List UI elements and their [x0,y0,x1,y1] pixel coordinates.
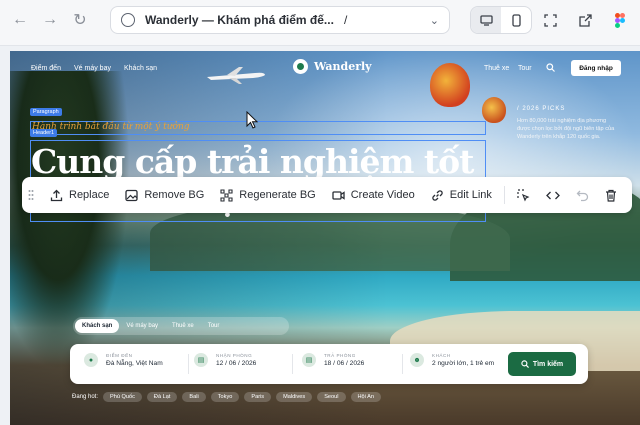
tab-flights[interactable]: Vé máy bay [119,319,165,333]
hot-chip[interactable]: Paris [244,392,272,402]
hot-chip[interactable]: Đà Lạt [146,392,178,402]
booking-search-card: ● ĐIỂM ĐẾN Đà Nẵng, Việt Nam ▤ NHẬN PHÒNG… [70,344,588,384]
check-out-value: 18 / 06 / 2026 [324,360,365,367]
hot-air-balloon-icon [482,97,506,123]
guests-value: 2 người lớn, 1 trẻ em [432,360,495,367]
divider [188,354,189,374]
hot-label: Đang hot: [72,394,99,400]
tab-car-rental[interactable]: Thuê xe [165,319,201,333]
destination-field[interactable]: ● ĐIỂM ĐẾN Đà Nẵng, Việt Nam [84,353,163,367]
create-video-button[interactable]: Create Video [324,177,423,213]
nav-link-car-rental[interactable]: Thuê xe [484,65,509,72]
nav-link-flights[interactable]: Vé máy bay [74,65,111,72]
hot-air-balloon-icon [430,63,470,107]
nav-link-tour[interactable]: Tour [518,65,532,72]
tab-tour[interactable]: Tour [201,319,227,333]
picks-description: Hơn 80,000 trải nghiệm địa phương được c… [517,118,615,140]
check-in-value: 12 / 06 / 2026 [216,360,257,367]
link-icon [432,189,443,201]
edit-link-label: Edit Link [449,189,492,201]
desktop-icon[interactable] [471,7,501,33]
guests-field[interactable]: ☻ KHÁCH 2 người lớn, 1 trẻ em [410,353,494,367]
mobile-icon[interactable] [501,7,531,33]
search-icon[interactable] [546,63,555,72]
search-button-label: Tìm kiếm [532,360,564,368]
calendar-icon: ▤ [194,353,208,367]
hot-chip[interactable]: Bali [182,392,206,402]
login-button[interactable]: Đăng nhập [571,60,621,76]
check-in-label: NHẬN PHÒNG [216,353,253,358]
airplane-icon [207,67,265,84]
video-icon [332,190,345,200]
remove-bg-button[interactable]: Remove BG [117,177,212,213]
guests-icon: ☻ [410,353,424,367]
site-logo[interactable]: Wanderly [293,59,372,74]
sparkle-grid-icon [220,188,233,202]
search-button[interactable]: Tìm kiếm [508,352,576,376]
brand-name: Wanderly [314,60,372,73]
select-element-icon[interactable] [509,177,538,213]
figma-icon[interactable] [610,10,630,30]
delete-icon[interactable] [597,177,625,213]
tab-hotels[interactable]: Khách sạn [75,319,120,333]
device-toggle [470,6,532,34]
guests-label: KHÁCH [432,353,451,358]
forward-icon[interactable]: → [38,8,62,32]
url-path: / [343,13,348,27]
hot-chip[interactable]: Maldives [276,392,313,402]
booking-tabs: Khách sạn Vé máy bay Thuê xe Tour [73,317,289,335]
destination-label: ĐIỂM ĐẾN [106,353,133,358]
site-preview: Điểm đến Vé máy bay Khách sạn Wanderly T… [10,51,640,425]
element-tag-header[interactable]: Header1 [30,129,58,137]
image-edit-toolbar: Replace Remove BG Regenerate BG Create V… [22,177,632,213]
create-video-label: Create Video [350,189,415,201]
check-out-field[interactable]: ▤ TRẢ PHÒNG 18 / 06 / 2026 [302,353,364,367]
hot-destinations: Đang hot: Phú Quốc Đà Lạt Bali Tokyo Par… [72,392,381,402]
reload-icon[interactable]: ↻ [68,8,92,32]
replace-button[interactable]: Replace [42,177,117,213]
divider [292,354,293,374]
upload-icon [50,189,63,201]
undo-icon[interactable] [568,177,597,213]
hot-chip[interactable]: Seoul [317,392,346,402]
hot-chip[interactable]: Hội An [350,392,381,402]
check-out-label: TRẢ PHÒNG [324,353,356,358]
destination-value: Đà Nẵng, Việt Nam [106,360,163,367]
calendar-icon: ▤ [302,353,316,367]
logo-mark-icon [293,59,308,74]
divider [402,354,403,374]
regenerate-bg-label: Regenerate BG [239,189,316,201]
edit-link-button[interactable]: Edit Link [423,177,500,213]
fullscreen-icon[interactable] [540,10,560,30]
regenerate-bg-button[interactable]: Regenerate BG [212,177,323,213]
url-title: Wanderly — Khám phá điểm đế... [145,13,334,27]
picks-title: / 2026 PICKS [517,106,566,112]
nav-link-hotels[interactable]: Khách sạn [124,65,157,72]
globe-icon [121,13,135,27]
external-link-icon[interactable] [575,10,595,30]
code-icon[interactable] [538,177,568,213]
remove-bg-label: Remove BG [144,189,205,201]
toolbar-divider [503,186,505,204]
back-icon[interactable]: ← [8,8,32,32]
nav-link-destinations[interactable]: Điểm đến [31,65,61,72]
image-icon [125,189,139,201]
search-icon [521,360,529,368]
hot-chip[interactable]: Phú Quốc [103,392,142,402]
location-pin-icon: ● [84,353,98,367]
element-tag-paragraph[interactable]: Paragraph [30,108,62,116]
hot-chip[interactable]: Tokyo [210,392,240,402]
drag-handle-icon[interactable] [22,177,42,213]
check-in-field[interactable]: ▤ NHẬN PHÒNG 12 / 06 / 2026 [194,353,256,367]
chevron-down-icon[interactable]: ⌄ [430,14,439,27]
replace-label: Replace [69,189,110,201]
browser-toolbar: ← → ↻ Wanderly — Khám phá điểm đế... / ⌄ [0,0,640,46]
address-bar[interactable]: Wanderly — Khám phá điểm đế... / ⌄ [110,6,450,34]
mouse-cursor-icon [246,111,258,129]
